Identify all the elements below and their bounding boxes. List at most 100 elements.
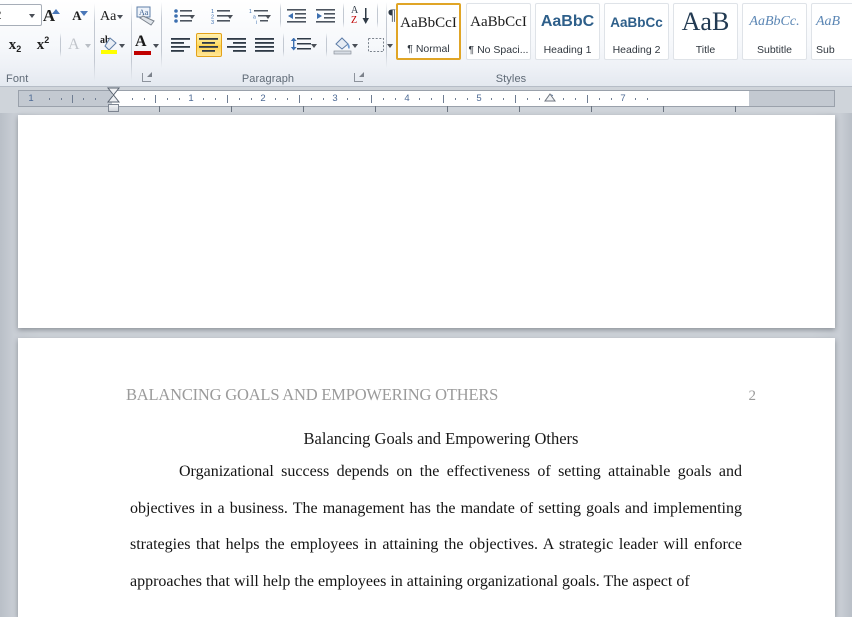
subscript-label: x (8, 36, 17, 53)
grow-font-button[interactable]: A (36, 4, 62, 27)
font-color-swatch (134, 51, 151, 55)
superscript-label: x (36, 36, 45, 53)
font-size-value: 12 (0, 8, 1, 22)
align-right-button[interactable] (224, 33, 250, 57)
sort-label-z: Z (351, 15, 358, 26)
style-heading-2[interactable]: AaBbCc Heading 2 (604, 3, 669, 60)
ruler-right-margin (749, 91, 834, 106)
superscript-sup: 2 (44, 35, 50, 45)
grow-font-up-arrow-icon (52, 9, 60, 14)
text-highlight-color-button[interactable]: ab (96, 33, 130, 57)
bullets-button[interactable] (167, 4, 199, 28)
multilevel-list-button[interactable]: 1 a i (243, 4, 275, 28)
bullets-arrow-icon[interactable] (189, 15, 195, 19)
subscript-button[interactable]: x 2 (2, 33, 28, 57)
svg-text:i: i (256, 20, 257, 24)
style-no-spacing[interactable]: AaBbCcI ¶ No Spaci... (466, 3, 531, 60)
justify-icon (255, 38, 274, 52)
style-name-heading-2: Heading 2 (612, 44, 661, 56)
font-divider-3 (60, 33, 61, 57)
justify-button[interactable] (252, 33, 278, 57)
align-right-icon (227, 38, 246, 52)
document-page-2[interactable]: BALANCING GOALS AND EMPOWERING OTHERS 2 … (18, 338, 835, 617)
change-case-arrow-icon[interactable] (117, 15, 123, 19)
sort-button[interactable]: A Z (346, 4, 374, 28)
line-spacing-button[interactable] (286, 33, 322, 57)
align-left-icon (171, 38, 190, 52)
shading-button[interactable] (329, 33, 363, 57)
svg-text:3: 3 (211, 20, 214, 24)
ruler-tick-5: 5 (476, 93, 482, 104)
ribbon-group-styles: AaBbCcI ¶ Normal AaBbCcI ¶ No Spaci... A… (390, 0, 852, 87)
document-body[interactable]: Organizational success depends on the ef… (130, 454, 742, 600)
style-preview-normal: AaBbCcI (398, 5, 459, 41)
change-case-button[interactable]: Aa (95, 4, 129, 27)
increase-indent-button[interactable] (313, 4, 339, 28)
style-preview-text: AaB (816, 14, 841, 29)
body-paragraph: Organizational success depends on the ef… (130, 463, 742, 590)
style-subtle-emphasis[interactable]: AaB Sub (811, 3, 852, 60)
text-effects-button[interactable]: A (62, 33, 96, 57)
font-color-arrow-icon[interactable] (153, 44, 159, 48)
text-effects-label: A (68, 36, 80, 53)
align-left-button[interactable] (168, 33, 194, 57)
ruler-tick-7: 7 (620, 93, 626, 104)
sort-arrow-icon (362, 8, 369, 24)
clear-formatting-button[interactable]: Aa (133, 3, 159, 28)
multilevel-arrow-icon[interactable] (265, 15, 271, 19)
line-spacing-icon (290, 38, 311, 51)
svg-text:1: 1 (249, 9, 252, 15)
style-subtitle[interactable]: AaBbCc. Subtitle (742, 3, 807, 60)
style-preview-text: AaBbCc (610, 14, 663, 30)
shrink-font-button[interactable]: A (64, 4, 90, 27)
ribbon-group-font: 12 A A Aa (0, 0, 160, 87)
style-preview-text: AaBbC (540, 13, 595, 30)
ruler-tick-2: 2 (260, 93, 266, 104)
running-head-text: BALANCING GOALS AND EMPOWERING OTHERS (126, 385, 499, 404)
paragraph-divider-1 (280, 3, 281, 28)
paint-bucket-icon (333, 37, 352, 55)
style-name-heading-1: Heading 1 (543, 44, 592, 56)
right-indent-marker[interactable] (544, 92, 556, 108)
highlight-arrow-icon[interactable] (119, 44, 125, 48)
ribbon: 12 A A Aa (0, 0, 852, 87)
ruler-tick-4: 4 (404, 93, 410, 104)
styles-group-label: Styles (495, 73, 527, 85)
ruler-tick-1-left: 1 (28, 93, 34, 104)
horizontal-ruler[interactable]: 1 1 2 3 4 5 6 (18, 90, 835, 107)
first-line-indent-marker[interactable] (106, 87, 121, 103)
left-indent-marker[interactable] (108, 104, 119, 112)
line-spacing-arrow-icon[interactable] (311, 44, 317, 48)
document-page-1[interactable] (18, 115, 835, 328)
numbering-button[interactable]: 1 2 3 (205, 4, 237, 28)
change-case-label: Aa (100, 9, 117, 24)
shading-arrow-icon[interactable] (352, 44, 358, 48)
style-normal[interactable]: AaBbCcI ¶ Normal (396, 3, 461, 60)
style-preview-subtitle: AaBbCc. (743, 4, 806, 40)
decrease-indent-icon (287, 9, 306, 23)
paragraph-divider-4 (283, 33, 284, 57)
style-preview-text: AaB (681, 7, 730, 36)
font-size-dropdown-arrow[interactable] (29, 14, 35, 18)
shrink-font-down-arrow-icon (80, 11, 88, 16)
paragraph-divider-2 (343, 3, 344, 28)
style-title[interactable]: AaB Title (673, 3, 738, 60)
style-preview-no-spacing: AaBbCcI (467, 4, 530, 40)
highlighter-pen-icon (101, 37, 117, 54)
align-center-icon (199, 38, 218, 52)
text-effects-arrow-icon[interactable] (85, 44, 91, 48)
superscript-button[interactable]: x 2 (30, 33, 56, 57)
font-color-label: A (135, 33, 147, 50)
clear-formatting-icon: Aa (136, 6, 155, 26)
font-color-button[interactable]: A (130, 33, 162, 57)
ruler-band: 1 1 2 3 4 5 6 (0, 87, 852, 113)
page-number: 2 (748, 388, 757, 404)
numbering-arrow-icon[interactable] (227, 15, 233, 19)
borders-icon (368, 38, 384, 52)
style-preview-heading-2: AaBbCc (605, 4, 668, 40)
style-heading-1[interactable]: AaBbC Heading 1 (535, 3, 600, 60)
decrease-indent-button[interactable] (284, 4, 310, 28)
document-canvas[interactable]: BALANCING GOALS AND EMPOWERING OTHERS 2 … (0, 113, 852, 617)
align-center-button[interactable] (196, 33, 222, 57)
font-dialog-launcher[interactable] (141, 72, 152, 83)
